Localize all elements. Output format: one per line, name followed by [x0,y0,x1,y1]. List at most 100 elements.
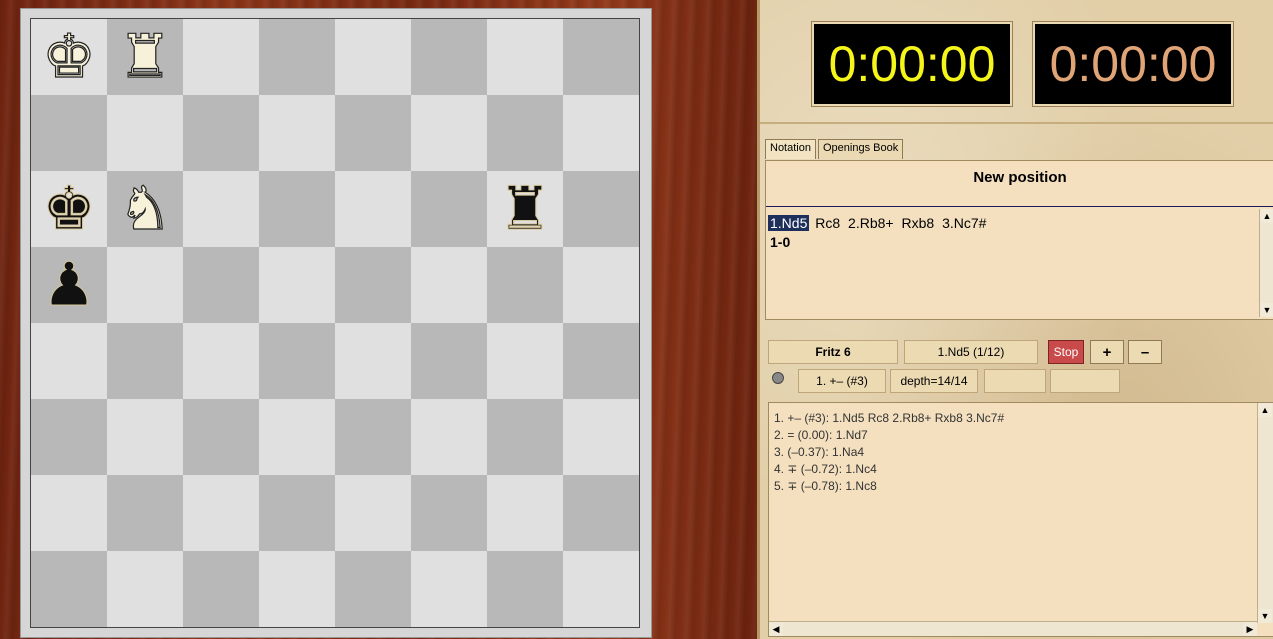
move-item[interactable]: Rxb8 [899,215,936,231]
engine-info-empty [984,369,1046,393]
board-square[interactable] [563,95,639,171]
board-square[interactable] [411,551,487,627]
board-square[interactable] [259,19,335,95]
board-square[interactable] [335,247,411,323]
tab-notation[interactable]: Notation [765,139,816,159]
analysis-line[interactable]: 2. = (0.00): 1.Nd7 [774,427,1004,444]
analysis-line[interactable]: 4. ∓ (–0.72): 1.Nc4 [774,461,1004,478]
board-square[interactable] [107,399,183,475]
engine-name[interactable]: Fritz 6 [768,340,898,364]
engine-indicator-icon[interactable] [772,372,784,384]
board-square[interactable] [411,171,487,247]
board-square[interactable] [107,247,183,323]
analysis-vertical-scrollbar[interactable]: ▲ ▼ [1257,403,1273,623]
board-square[interactable] [107,551,183,627]
board-square[interactable] [183,171,259,247]
board-square[interactable] [487,399,563,475]
black-pawn-icon[interactable]: ♟ [42,255,97,316]
board-square[interactable] [107,475,183,551]
board-square[interactable] [335,323,411,399]
board-square[interactable] [259,247,335,323]
black-rook-icon[interactable]: ♜ [498,179,553,240]
board-square[interactable] [487,95,563,171]
board-square[interactable] [563,551,639,627]
board-square[interactable] [487,247,563,323]
scroll-up-icon[interactable]: ▲ [1258,403,1272,417]
board-square[interactable] [487,323,563,399]
scroll-left-icon[interactable]: ◀ [769,622,783,636]
white-knight-icon[interactable]: ♞ [117,178,172,239]
board-square[interactable] [259,171,335,247]
board-square[interactable] [335,399,411,475]
board-square[interactable] [259,323,335,399]
board-square[interactable] [183,95,259,171]
board-square[interactable] [335,475,411,551]
analysis-line[interactable]: 3. (–0.37): 1.Na4 [774,444,1004,461]
board-square[interactable] [335,171,411,247]
board-square[interactable]: ♜ [107,19,183,95]
analysis-line[interactable]: 1. +– (#3): 1.Nd5 Rc8 2.Rb8+ Rxb8 3.Nc7# [774,410,1004,427]
board-square[interactable] [183,399,259,475]
board-square[interactable] [183,247,259,323]
board-square[interactable] [487,19,563,95]
board-square[interactable]: ♚ [31,19,107,95]
scroll-down-icon[interactable]: ▼ [1258,609,1272,623]
board-square[interactable] [31,323,107,399]
add-line-button[interactable]: + [1090,340,1124,364]
scroll-up-icon[interactable]: ▲ [1260,209,1273,223]
white-rook-icon[interactable]: ♜ [117,26,172,87]
notation-scrollbar[interactable]: ▲ ▼ [1259,209,1273,317]
board-square[interactable] [107,95,183,171]
board-square[interactable]: ♜ [487,171,563,247]
chess-board[interactable]: ♚ ♜ ♚ ♞ ♜ ♟ [30,18,640,628]
board-square[interactable] [183,551,259,627]
board-square[interactable] [563,399,639,475]
board-square[interactable] [183,323,259,399]
board-square[interactable]: ♚ [31,171,107,247]
board-square[interactable] [487,551,563,627]
move-item[interactable]: 3.Nc7# [940,215,988,231]
board-square[interactable] [335,551,411,627]
analysis-line[interactable]: 5. ∓ (–0.78): 1.Nc8 [774,478,1004,495]
board-square[interactable] [31,399,107,475]
board-square[interactable]: ♟ [31,247,107,323]
board-square[interactable] [259,551,335,627]
board-square[interactable] [183,19,259,95]
black-king-icon[interactable]: ♚ [42,179,97,240]
board-square[interactable] [411,399,487,475]
board-square[interactable] [259,399,335,475]
board-square[interactable] [563,323,639,399]
board-square[interactable] [107,323,183,399]
notation-pane: New position 1.Nd5 Rc8 2.Rb8+ Rxb8 3.Nc7… [765,160,1273,320]
tab-openings-book[interactable]: Openings Book [817,139,904,159]
white-king-icon[interactable]: ♚ [41,26,96,87]
board-square[interactable] [411,19,487,95]
board-square[interactable] [31,95,107,171]
move-item[interactable]: 2.Rb8+ [846,215,896,231]
board-square[interactable] [31,551,107,627]
scroll-down-icon[interactable]: ▼ [1260,303,1273,317]
board-square[interactable] [335,19,411,95]
notation-tabs: Notation Openings Book [765,139,904,159]
board-square[interactable] [259,95,335,171]
board-square[interactable] [31,475,107,551]
board-square[interactable] [411,95,487,171]
stop-button[interactable]: Stop [1048,340,1084,364]
move-item[interactable]: 1.Nd5 [768,215,810,231]
board-square[interactable]: ♞ [107,171,183,247]
board-square[interactable] [563,171,639,247]
analysis-horizontal-scrollbar[interactable]: ◀ ▶ [769,621,1257,636]
board-square[interactable] [563,19,639,95]
board-square[interactable] [411,475,487,551]
board-square[interactable] [487,475,563,551]
move-item[interactable]: Rc8 [813,215,842,231]
board-square[interactable] [563,475,639,551]
scroll-right-icon[interactable]: ▶ [1243,622,1257,636]
board-square[interactable] [411,247,487,323]
board-square[interactable] [183,475,259,551]
board-square[interactable] [411,323,487,399]
board-square[interactable] [259,475,335,551]
board-square[interactable] [563,247,639,323]
remove-line-button[interactable]: – [1128,340,1162,364]
board-square[interactable] [335,95,411,171]
